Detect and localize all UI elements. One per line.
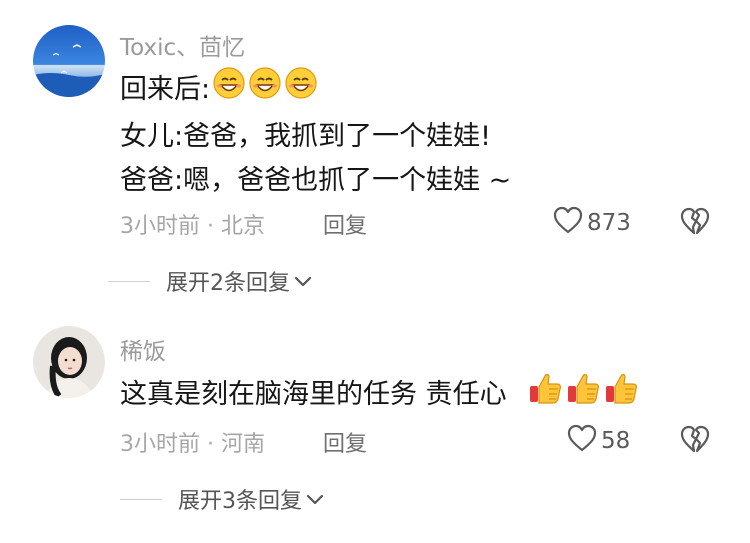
thumbs-up-emoji xyxy=(565,370,601,413)
avatar[interactable] xyxy=(33,326,105,398)
comment-item: 稀饭 这真是刻在脑海里的任务 责任心 3小时前 · 河南 回复 58 展开3条回… xyxy=(0,318,750,543)
dislike-button[interactable] xyxy=(680,207,710,239)
thumbs-up-emoji xyxy=(527,370,563,413)
heart-outline-icon xyxy=(553,206,587,240)
divider xyxy=(108,280,150,282)
thumbs-up-emoji xyxy=(603,370,639,413)
comment-text-line: 这真是刻在脑海里的任务 责任心 xyxy=(120,370,639,413)
like-count: 58 xyxy=(601,428,631,454)
expand-replies-label: 展开3条回复 xyxy=(178,489,302,514)
grinning-face-emoji xyxy=(212,66,246,107)
chevron-down-icon xyxy=(306,487,324,512)
reply-button[interactable]: 回复 xyxy=(323,426,367,458)
comment-text: 这真是刻在脑海里的任务 责任心 xyxy=(120,379,507,410)
comment-text-line: 回来后: xyxy=(120,66,318,107)
like-count: 873 xyxy=(587,210,631,236)
comment-item: Toxic、茴忆 回来后: 女儿:爸爸，我抓到了一个娃娃! 爸爸:嗯，爸爸也抓了… xyxy=(0,0,750,310)
comment-text: 回来后: xyxy=(120,74,211,105)
comment-meta: 3小时前 · 河南 xyxy=(120,432,265,457)
comment-meta: 3小时前 · 北京 xyxy=(120,214,265,239)
like-button[interactable]: 873 xyxy=(553,206,631,240)
chevron-down-icon xyxy=(294,269,312,294)
grinning-face-emoji xyxy=(284,66,318,107)
divider xyxy=(120,498,162,500)
reply-button[interactable]: 回复 xyxy=(323,208,367,240)
broken-heart-icon xyxy=(680,207,710,239)
expand-replies-button[interactable]: 展开2条回复 xyxy=(108,265,312,297)
expand-replies-label: 展开2条回复 xyxy=(166,271,290,296)
comment-text: 爸爸:嗯，爸爸也抓了一个娃娃 ~ xyxy=(120,165,512,196)
username[interactable]: 稀饭 xyxy=(120,332,166,366)
dislike-button[interactable] xyxy=(680,425,710,457)
heart-outline-icon xyxy=(567,424,601,458)
expand-replies-button[interactable]: 展开3条回复 xyxy=(120,483,324,515)
avatar[interactable] xyxy=(33,25,105,97)
like-button[interactable]: 58 xyxy=(567,424,630,458)
comment-text: 女儿:爸爸，我抓到了一个娃娃! xyxy=(120,121,491,152)
grinning-face-emoji xyxy=(248,66,282,107)
username[interactable]: Toxic、茴忆 xyxy=(120,28,245,62)
broken-heart-icon xyxy=(680,425,710,457)
